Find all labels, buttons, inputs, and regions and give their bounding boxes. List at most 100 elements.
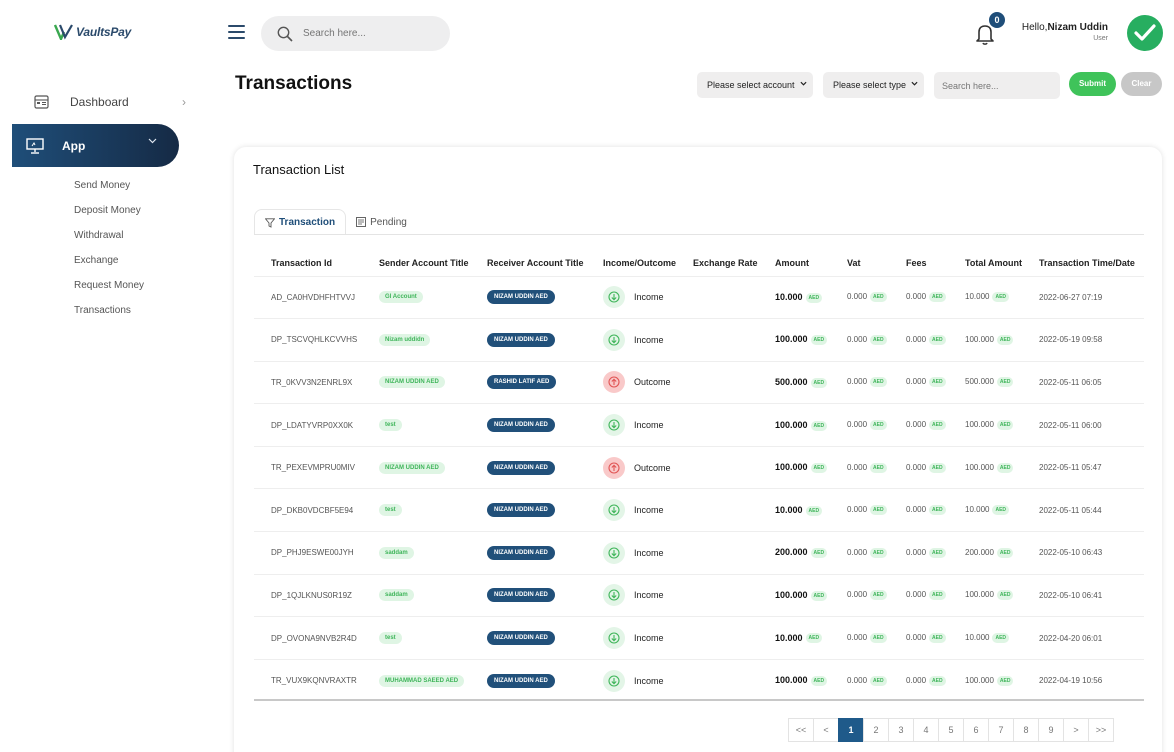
column-header[interactable]: Amount: [758, 251, 830, 276]
column-header[interactable]: Transaction Time/Date: [1022, 251, 1144, 276]
receiver-cell: NIZAM UDDIN AED: [470, 573, 586, 617]
date-value: 2022-06-27 07:19: [1039, 292, 1103, 302]
table-row[interactable]: AD_CA0HVDHFHTVVJ GI Account NIZAM UDDIN AE…: [254, 275, 1144, 319]
outcome-arrow-icon: [603, 456, 625, 479]
clear-button[interactable]: Clear: [1121, 72, 1162, 96]
avatar[interactable]: [1127, 15, 1163, 51]
table-row[interactable]: DP_DKB0VDCBF5E94 test NIZAM UDDIN AED Incom…: [254, 488, 1144, 532]
tab-transaction[interactable]: Transaction: [254, 209, 347, 235]
receiver-cell: NIZAM UDDIN AED: [470, 445, 586, 489]
table-row[interactable]: TR_0KVV3N2ENRL9X NIZAM UDDIN AED RASHID LA…: [254, 360, 1144, 404]
vat-value: 0.000: [847, 633, 868, 643]
column-header[interactable]: Income/Outcome: [586, 251, 676, 276]
transaction-id: DP_TSCVQHLKCVVHS: [254, 318, 362, 362]
chevron-down-icon: [800, 81, 807, 86]
sidebar-item-deposit-money[interactable]: Deposit Money: [74, 204, 144, 229]
currency-badge: AED: [870, 633, 887, 644]
sidebar-item-dashboard[interactable]: Dashboard ›: [34, 92, 194, 112]
receiver-badge: NIZAM UDDIN AED: [487, 503, 555, 518]
page-button[interactable]: 8: [1013, 718, 1039, 742]
table-row[interactable]: DP_TSCVQHLKCVVHS Nizam uddidn NIZAM UDDIN …: [254, 318, 1144, 362]
receiver-badge: NIZAM UDDIN AED: [487, 460, 555, 475]
currency-badge: AED: [810, 335, 828, 346]
date-cell: 2022-05-11 06:05: [1022, 360, 1144, 404]
date-value: 2022-04-19 10:56: [1039, 676, 1103, 686]
tab-pending[interactable]: Pending: [346, 209, 417, 235]
table-row[interactable]: DP_LDATYVRP0XX0K test NIZAM UDDIN AED Incom…: [254, 403, 1144, 447]
type-select[interactable]: Please select type: [823, 72, 924, 98]
type-label: Income: [634, 547, 664, 558]
page-button[interactable]: 4: [913, 718, 939, 742]
currency-badge: AED: [810, 548, 828, 559]
currency-badge: AED: [929, 505, 946, 516]
date-cell: 2022-04-20 06:01: [1022, 616, 1144, 660]
outcome-arrow-icon: [603, 371, 625, 394]
table-row[interactable]: DP_1QJLKNUS0R19Z saddam NIZAM UDDIN AED Inc…: [254, 573, 1144, 617]
sidebar: VaultsPay Dashboard › App Send Money Dep…: [0, 0, 200, 752]
amount-cell: 10.000 AED: [758, 275, 830, 319]
total-value: 100.000: [965, 462, 994, 472]
column-header[interactable]: Sender Account Title: [362, 251, 470, 276]
page-button[interactable]: 7: [988, 718, 1014, 742]
currency-badge: AED: [929, 547, 946, 558]
table-header-row: Transaction Id Sender Account Title Rece…: [254, 251, 1144, 276]
column-header[interactable]: Total Amount: [948, 251, 1022, 276]
sidebar-item-send-money[interactable]: Send Money: [74, 179, 144, 204]
table-row[interactable]: DP_PHJ9ESWE00JYH saddam NIZAM UDDIN AED Inc…: [254, 531, 1144, 575]
vat-cell: 0.000 AED: [830, 573, 889, 617]
account-select[interactable]: Please select account: [697, 72, 813, 98]
currency-badge: AED: [810, 463, 828, 474]
page-button[interactable]: 3: [888, 718, 914, 742]
transaction-list-card: Transaction List Transaction Pending Tra…: [234, 147, 1162, 752]
table-row[interactable]: DP_OVONA9NVB2R4D test NIZAM UDDIN AED Incom…: [254, 616, 1144, 660]
page-button[interactable]: 5: [938, 718, 964, 742]
vat-value: 0.000: [847, 590, 868, 600]
header-search-input[interactable]: [303, 28, 433, 39]
fees-cell: 0.000 AED: [889, 360, 948, 404]
amount-cell: 200.000 AED: [758, 531, 830, 575]
page-button[interactable]: >: [1063, 718, 1089, 742]
sidebar-item-app[interactable]: App: [12, 124, 179, 167]
sender-badge: Nizam uddidn: [379, 333, 431, 346]
sidebar-item-exchange[interactable]: Exchange: [74, 254, 144, 279]
column-header[interactable]: Transaction Id: [254, 251, 362, 276]
receiver-badge: NIZAM UDDIN AED: [487, 290, 555, 305]
submit-button[interactable]: Submit: [1069, 72, 1116, 96]
column-header[interactable]: Vat: [830, 251, 889, 276]
transaction-id: DP_OVONA9NVB2R4D: [254, 616, 362, 660]
page-button[interactable]: 9: [1038, 718, 1064, 742]
column-header[interactable]: Fees: [889, 251, 948, 276]
page-button[interactable]: <: [813, 718, 839, 742]
exchange-rate-cell: [676, 658, 758, 702]
amount-value: 100.000: [775, 675, 808, 686]
column-header[interactable]: Receiver Account Title: [470, 251, 586, 276]
exchange-rate-cell: [676, 403, 758, 447]
brand-logo[interactable]: VaultsPay: [54, 24, 131, 40]
page-button[interactable]: 2: [863, 718, 889, 742]
page-button[interactable]: <<: [788, 718, 814, 742]
column-header[interactable]: Exchange Rate: [676, 251, 758, 276]
sidebar-item-withdrawal[interactable]: Withdrawal: [74, 229, 144, 254]
menu-toggle-icon[interactable]: [228, 25, 245, 39]
type-label: Income: [634, 590, 664, 601]
page-button[interactable]: 1: [838, 718, 864, 742]
sidebar-item-transactions[interactable]: Transactions: [74, 304, 144, 329]
currency-badge: AED: [870, 675, 887, 686]
table-row[interactable]: TR_PEXEVMPRU0MIV NIZAM UDDIN AED NIZAM UDD…: [254, 445, 1144, 489]
receiver-badge: RASHID LATIF AED: [487, 375, 557, 390]
user-info[interactable]: Hello,Nizam Uddin User: [1022, 22, 1108, 42]
date-value: 2022-05-19 09:58: [1039, 335, 1103, 345]
transaction-id-text: AD_CA0HVDHFHTVVJ: [271, 292, 356, 302]
fees-cell: 0.000 AED: [889, 658, 948, 702]
page-button[interactable]: >>: [1088, 718, 1114, 742]
currency-badge: AED: [929, 633, 946, 644]
sidebar-item-request-money[interactable]: Request Money: [74, 279, 144, 304]
sender-badge: GI Account: [379, 291, 423, 304]
currency-badge: AED: [810, 590, 828, 601]
page-button[interactable]: 6: [963, 718, 989, 742]
total-value: 200.000: [965, 547, 994, 557]
table-row[interactable]: TR_VUX9KQNVRAXTR MUHAMMAD SAEED AED NIZAM …: [254, 658, 1144, 702]
filter-search-input[interactable]: Search here...: [934, 72, 1060, 99]
header-search[interactable]: [261, 16, 450, 51]
sender-cell: test: [362, 616, 470, 660]
